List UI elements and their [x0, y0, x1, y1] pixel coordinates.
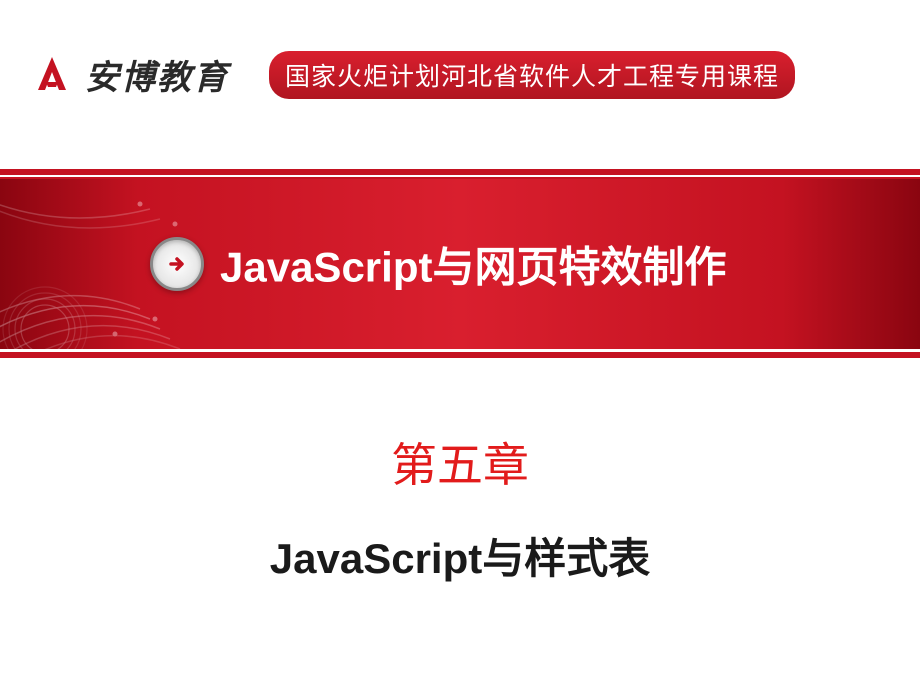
logo-text: 安博教育 — [85, 50, 229, 99]
decorative-bar-bottom — [0, 352, 920, 354]
title-section: JavaScript与网页特效制作 — [0, 169, 920, 369]
arrow-right-icon — [150, 237, 204, 291]
chapter-title: 第五章 — [0, 429, 920, 495]
logo-icon — [30, 52, 75, 97]
logo-area: 安博教育 — [30, 50, 229, 99]
chapter-subtitle: JavaScript与样式表 — [0, 525, 920, 586]
title-banner: JavaScript与网页特效制作 — [0, 179, 920, 349]
slide-header: 安博教育 国家火炬计划河北省软件人才工程专用课程 — [0, 0, 920, 129]
header-banner: 国家火炬计划河北省软件人才工程专用课程 — [269, 51, 795, 99]
main-title: JavaScript与网页特效制作 — [220, 234, 726, 295]
decorative-bar-top — [0, 169, 920, 175]
chapter-section: 第五章 JavaScript与样式表 — [0, 429, 920, 586]
